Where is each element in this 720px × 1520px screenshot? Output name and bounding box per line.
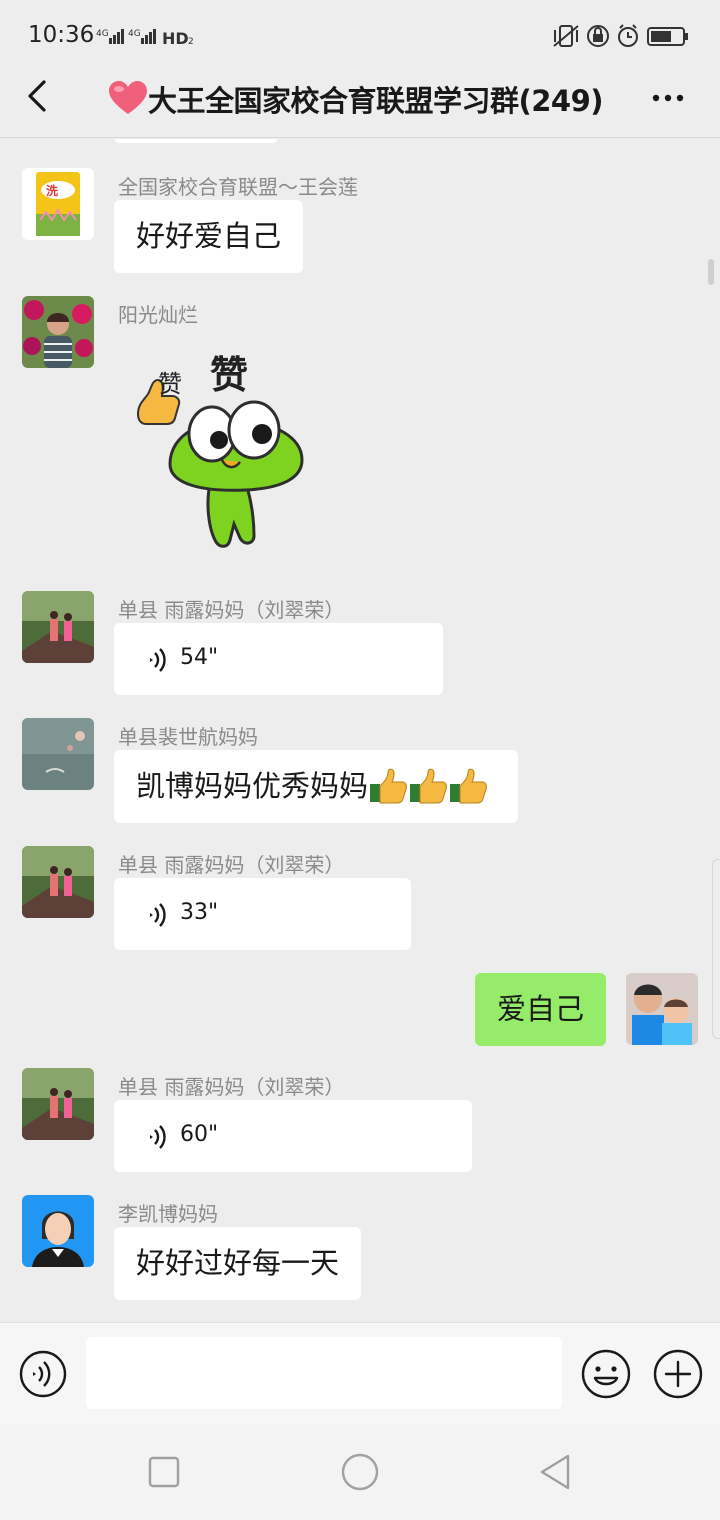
recent-apps-icon	[148, 1456, 180, 1488]
more-icon	[652, 94, 684, 102]
status-time: 10:36	[28, 22, 95, 48]
message-text: 凯博妈妈优秀妈妈	[136, 769, 369, 803]
text-message-bubble[interactable]: 凯博妈妈优秀妈妈	[114, 750, 518, 823]
lock-rotation-icon	[587, 25, 609, 47]
emoji-icon	[581, 1349, 631, 1399]
voice-duration: 60"	[180, 1122, 219, 1147]
svg-text:HD: HD	[162, 29, 189, 48]
emoji-button[interactable]	[580, 1348, 632, 1400]
battery-icon	[647, 27, 688, 46]
voice-wave-icon	[150, 903, 166, 927]
voice-wave-icon	[150, 648, 166, 672]
svg-text:2: 2	[188, 37, 194, 47]
network-signal-icon: 4G 4G HD 2	[96, 29, 194, 48]
avatar[interactable]	[22, 1068, 94, 1140]
sender-name: 单县 雨露妈妈（刘翠荣）	[118, 1075, 345, 1099]
plus-button[interactable]	[652, 1348, 704, 1400]
sender-name: 单县 雨露妈妈（刘翠荣）	[118, 598, 345, 622]
home-icon	[341, 1453, 379, 1491]
system-back-button[interactable]	[536, 1452, 576, 1492]
sender-name: 阳光灿烂	[118, 303, 198, 327]
thumbs-up-icon	[370, 768, 487, 804]
back-button[interactable]	[16, 74, 60, 118]
sticker-text: 赞	[158, 370, 182, 398]
home-button[interactable]	[340, 1452, 380, 1492]
voice-message-bubble[interactable]: 60"	[114, 1100, 472, 1172]
voice-mode-button[interactable]	[18, 1349, 68, 1399]
input-bar	[0, 1322, 720, 1424]
message-list[interactable]: 洗 全国家校合育联盟～王会莲 好好爱自己 阳光灿烂 赞 赞 单县 雨露妈妈（刘翠…	[0, 139, 720, 1321]
side-handle[interactable]	[712, 859, 720, 1039]
back-icon	[540, 1454, 570, 1490]
svg-text:4G: 4G	[96, 29, 109, 39]
svg-text:洗: 洗	[46, 183, 58, 198]
vibrate-icon	[553, 25, 579, 47]
chevron-left-icon	[28, 80, 46, 112]
more-button[interactable]	[644, 78, 692, 118]
avatar[interactable]	[22, 296, 94, 368]
frog-sticker[interactable]: 赞 赞	[124, 340, 324, 560]
chat-title: 大王全国家校合育联盟学习群(249)	[148, 84, 604, 118]
avatar[interactable]	[22, 591, 94, 663]
heart-icon	[109, 81, 147, 114]
text-message-bubble[interactable]: 好好过好每一天	[114, 1227, 362, 1300]
sticker-text-large: 赞	[210, 353, 248, 397]
voice-message-bubble[interactable]: 33"	[114, 878, 411, 950]
sender-name: 单县 雨露妈妈（刘翠荣）	[118, 853, 345, 877]
avatar[interactable]	[22, 1195, 94, 1267]
frog-icon	[168, 400, 304, 548]
voice-message-bubble[interactable]: 54"	[114, 623, 443, 695]
avatar[interactable]: 洗	[22, 168, 94, 240]
scroll-indicator[interactable]	[708, 259, 714, 285]
partial-message-bubble	[114, 139, 278, 143]
voice-duration: 54"	[180, 645, 219, 670]
message-input[interactable]	[86, 1337, 562, 1409]
svg-text:4G: 4G	[128, 29, 141, 39]
outgoing-message-bubble[interactable]: 爱自己	[474, 973, 606, 1046]
sender-name: 全国家校合育联盟～王会莲	[118, 175, 358, 199]
sender-name: 李凯博妈妈	[118, 1202, 218, 1226]
avatar[interactable]	[22, 846, 94, 918]
voice-duration: 33"	[180, 900, 219, 925]
voice-mode-icon	[19, 1350, 67, 1398]
status-icons	[553, 24, 688, 47]
my-avatar[interactable]	[626, 973, 698, 1045]
avatar[interactable]	[22, 718, 94, 790]
sender-name: 单县裴世航妈妈	[118, 725, 258, 749]
plus-icon	[653, 1349, 703, 1399]
chat-header: 大王全国家校合育联盟学习群(249)	[0, 56, 720, 138]
recent-apps-button[interactable]	[146, 1454, 182, 1490]
voice-wave-icon	[150, 1125, 166, 1149]
system-nav-bar	[0, 1424, 720, 1520]
text-message-bubble[interactable]: 好好爱自己	[114, 200, 304, 273]
alarm-icon	[618, 24, 638, 47]
